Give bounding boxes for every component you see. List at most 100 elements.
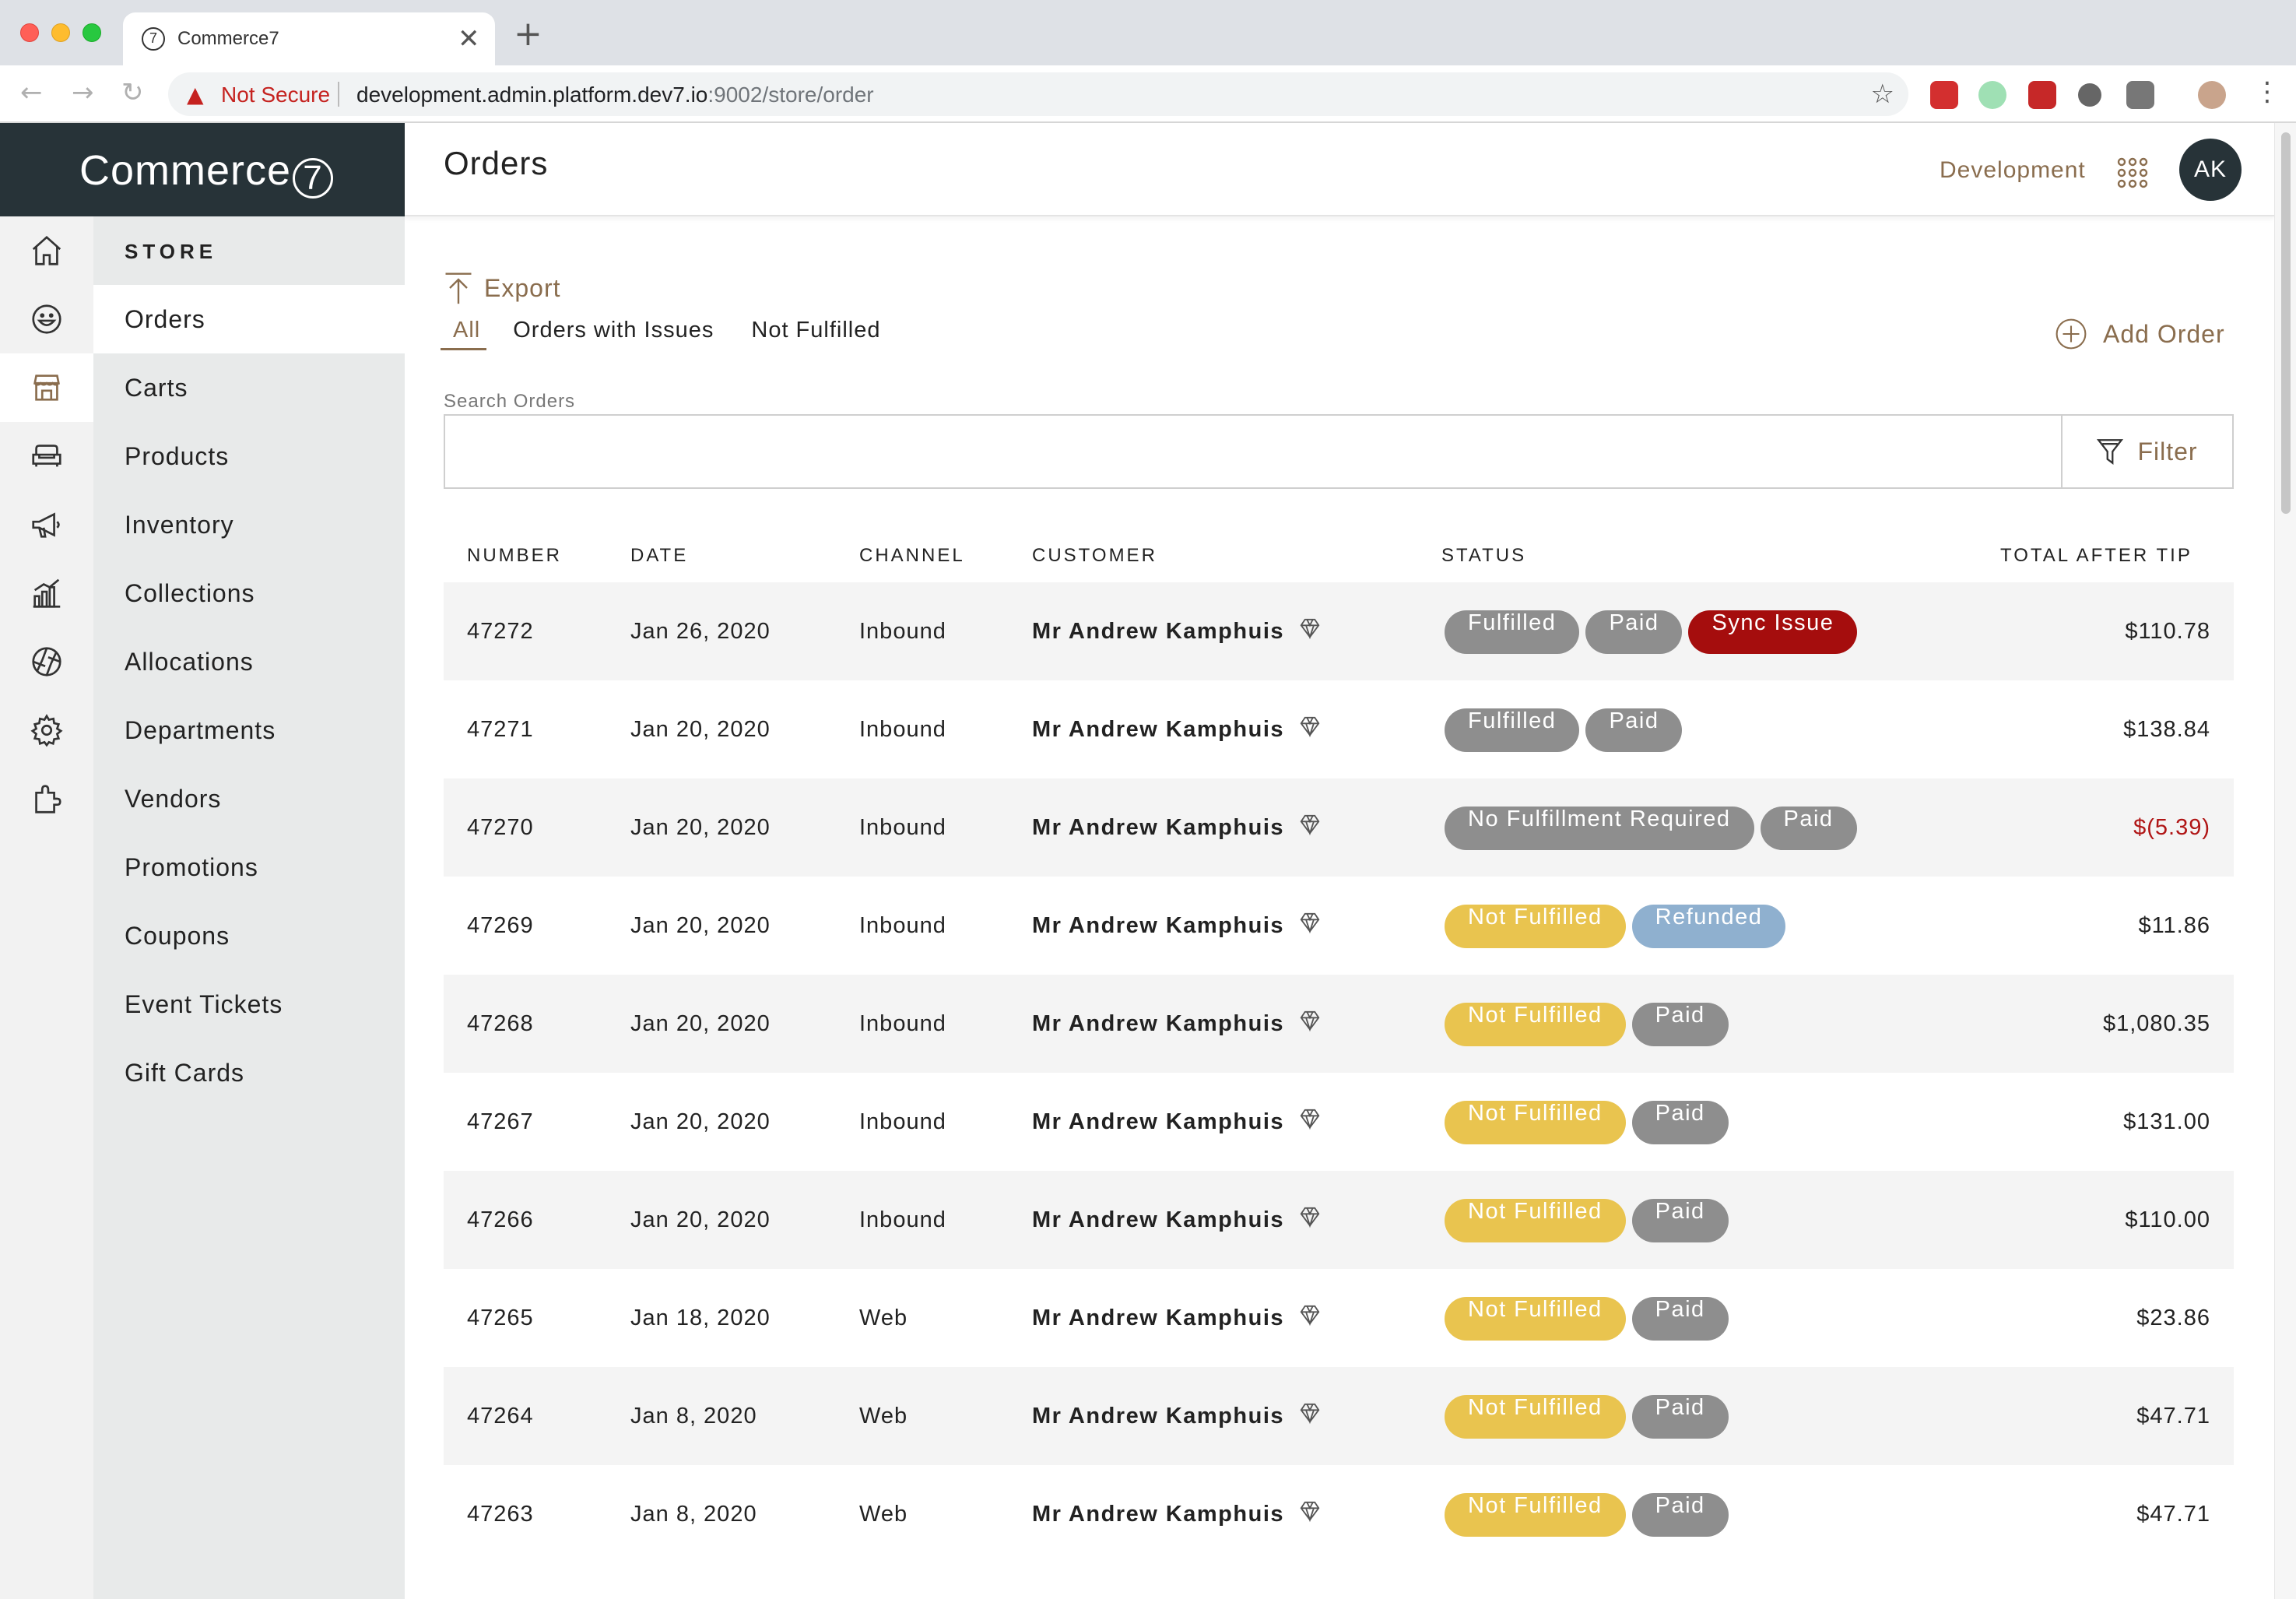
tab-not-fulfilled[interactable]: Not Fulfilled [751, 318, 891, 350]
back-icon[interactable]: ← [20, 79, 43, 106]
customer-name[interactable]: Mr Andrew Kamphuis [1032, 1207, 1284, 1233]
close-window-button[interactable] [20, 23, 39, 42]
table-row[interactable]: 47267 Jan 20, 2020 Inbound Mr Andrew Kamphu… [444, 1073, 2234, 1171]
megaphone-icon[interactable] [0, 490, 93, 559]
sidebar-item-products[interactable]: Products [93, 422, 405, 490]
bookmark-star-icon[interactable]: ☆ [1871, 79, 1894, 110]
customer-name[interactable]: Mr Andrew Kamphuis [1032, 619, 1284, 645]
order-number: 47263 [467, 1502, 534, 1527]
customer-name[interactable]: Mr Andrew Kamphuis [1032, 717, 1284, 743]
maximize-window-button[interactable] [83, 23, 101, 42]
customer-name[interactable]: Mr Andrew Kamphuis [1032, 1109, 1284, 1135]
add-order-button[interactable]: Add Order [2055, 318, 2225, 350]
sidebar-item-promotions[interactable]: Promotions [93, 833, 405, 901]
diamond-icon [1300, 912, 1320, 934]
app-grid-icon[interactable] [2117, 157, 2148, 188]
table-row[interactable]: 47265 Jan 18, 2020 Web Mr Andrew Kamphuis No… [444, 1269, 2234, 1367]
table-row[interactable]: 47263 Jan 8, 2020 Web Mr Andrew Kamphuis Not… [444, 1465, 2234, 1563]
table-header: NUMBER DATE CHANNEL CUSTOMER STATUS TOTA… [444, 528, 2234, 582]
customer-name[interactable]: Mr Andrew Kamphuis [1032, 1502, 1284, 1527]
order-filter-tabs: All Orders with Issues Not Fulfilled [441, 318, 918, 350]
status-badge: Paid [1585, 708, 1683, 752]
column-header-customer[interactable]: CUSTOMER [1032, 545, 1157, 567]
export-button[interactable]: Export [444, 271, 560, 305]
customer-name[interactable]: Mr Andrew Kamphuis [1032, 815, 1284, 841]
scrollbar-thumb[interactable] [2281, 132, 2291, 514]
order-total: $1,080.35 [2102, 1011, 2210, 1036]
forward-icon[interactable]: → [72, 79, 94, 106]
sidebar-item-inventory[interactable]: Inventory [93, 490, 405, 559]
favicon-icon: 7 [142, 27, 165, 51]
security-status[interactable]: Not Secure [221, 83, 330, 107]
browser-menu-icon[interactable]: ⋮ [2254, 76, 2280, 107]
customer-name[interactable]: Mr Andrew Kamphuis [1032, 1306, 1284, 1331]
new-tab-icon[interactable]: + [514, 17, 542, 51]
order-date: Jan 20, 2020 [630, 1109, 771, 1134]
sidebar-item-orders[interactable]: Orders [93, 285, 405, 353]
minimize-window-button[interactable] [51, 23, 70, 42]
browser-tab[interactable]: 7 Commerce7 ✕ [123, 12, 495, 65]
order-date: Jan 20, 2020 [630, 1011, 771, 1036]
order-total: $131.00 [2123, 1109, 2210, 1134]
diamond-icon [1300, 716, 1320, 738]
extension-icon[interactable] [2126, 81, 2154, 109]
status-badge: Not Fulfilled [1445, 1003, 1626, 1046]
table-row[interactable]: 47268 Jan 20, 2020 Inbound Mr Andrew Kamphu… [444, 975, 2234, 1073]
table-row[interactable]: 47269 Jan 20, 2020 Inbound Mr Andrew Kamphu… [444, 877, 2234, 975]
main-content: Orders Development AK Export All Orders … [405, 123, 2274, 1599]
customer-name[interactable]: Mr Andrew Kamphuis [1032, 1011, 1284, 1037]
profile-avatar[interactable] [2198, 81, 2226, 109]
extension-icon[interactable] [1930, 81, 1958, 109]
gear-icon[interactable] [0, 696, 93, 764]
filter-button[interactable]: Filter [2061, 414, 2234, 489]
table-row[interactable]: 47272 Jan 26, 2020 Inbound Mr Andrew Kamphu… [444, 582, 2234, 680]
status-badge: Paid [1585, 610, 1683, 654]
diamond-icon [1300, 1207, 1320, 1228]
column-header-total[interactable]: TOTAL AFTER TIP [2000, 545, 2192, 567]
column-header-channel[interactable]: CHANNEL [859, 545, 965, 567]
status-badge: Not Fulfilled [1445, 1297, 1626, 1341]
table-row[interactable]: 47270 Jan 20, 2020 Inbound Mr Andrew Kamphu… [444, 778, 2234, 877]
store-icon[interactable] [0, 353, 93, 422]
extension-icon[interactable] [2078, 83, 2101, 107]
column-header-date[interactable]: DATE [630, 545, 688, 567]
user-avatar[interactable]: AK [2179, 139, 2242, 201]
bar-chart-icon[interactable] [0, 559, 93, 627]
sidebar-item-collections[interactable]: Collections [93, 559, 405, 627]
close-tab-icon[interactable]: ✕ [458, 23, 480, 54]
reload-icon[interactable]: ↻ [121, 79, 144, 106]
column-header-status[interactable]: STATUS [1441, 545, 1526, 567]
sofa-icon[interactable] [0, 422, 93, 490]
column-header-number[interactable]: NUMBER [467, 545, 562, 567]
scrollbar[interactable] [2274, 123, 2296, 1599]
table-row[interactable]: 47271 Jan 20, 2020 Inbound Mr Andrew Kamphu… [444, 680, 2234, 778]
home-icon[interactable] [0, 216, 93, 285]
table-row[interactable]: 47266 Jan 20, 2020 Inbound Mr Andrew Kamphu… [444, 1171, 2234, 1269]
sidebar-item-event-tickets[interactable]: Event Tickets [93, 970, 405, 1038]
sidebar-item-carts[interactable]: Carts [93, 353, 405, 422]
sidebar-item-allocations[interactable]: Allocations [93, 627, 405, 696]
search-input[interactable] [444, 414, 2063, 489]
brand-logo[interactable]: Commerce 7 [0, 123, 405, 216]
sidebar-item-coupons[interactable]: Coupons [93, 901, 405, 970]
extension-icon[interactable] [1978, 81, 2006, 109]
customer-name[interactable]: Mr Andrew Kamphuis [1032, 1404, 1284, 1429]
sidebar-item-gift-cards[interactable]: Gift Cards [93, 1038, 405, 1107]
sidebar-item-departments[interactable]: Departments [93, 696, 405, 764]
tab-all[interactable]: All [441, 318, 487, 350]
url-text[interactable]: development.admin.platform.dev7.io:9002/… [356, 83, 874, 107]
tab-orders-with-issues[interactable]: Orders with Issues [513, 318, 725, 350]
puzzle-icon[interactable] [0, 764, 93, 833]
icon-rail [0, 216, 93, 1599]
status-badge: Not Fulfilled [1445, 1199, 1626, 1242]
order-total: $47.71 [2136, 1502, 2210, 1527]
smiley-icon[interactable] [0, 285, 93, 353]
order-number: 47269 [467, 913, 534, 938]
url-field[interactable]: ▲ Not Secure development.admin.platform.… [168, 72, 1908, 116]
table-row[interactable]: 47264 Jan 8, 2020 Web Mr Andrew Kamphuis Not… [444, 1367, 2234, 1465]
sidebar-item-vendors[interactable]: Vendors [93, 764, 405, 833]
environment-switcher[interactable]: Development [1940, 157, 2086, 184]
customer-name[interactable]: Mr Andrew Kamphuis [1032, 913, 1284, 939]
aperture-icon[interactable] [0, 627, 93, 696]
extension-icon[interactable] [2028, 81, 2056, 109]
